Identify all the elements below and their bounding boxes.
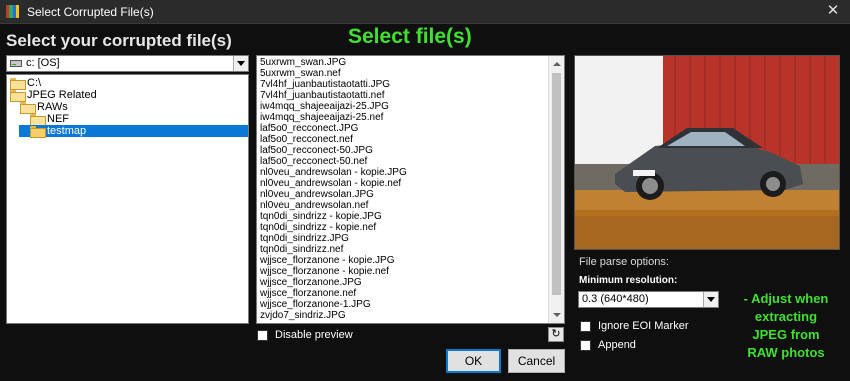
scroll-up-arrow-icon[interactable] xyxy=(549,56,564,72)
ok-button[interactable]: OK xyxy=(446,349,501,373)
preview-photo xyxy=(575,56,839,249)
disable-preview-checkbox-box[interactable] xyxy=(257,329,268,341)
image-preview xyxy=(574,55,840,250)
file-list-item[interactable]: laf5o0_recconect-50.JPG xyxy=(260,146,373,156)
file-list-item[interactable]: tqn0di_sindrizz.nef xyxy=(260,245,343,255)
file-list-item[interactable]: iw4mqq_shajeeaijazi-25.nef xyxy=(260,113,383,123)
folder-icon xyxy=(10,78,26,90)
file-list-scrollbar[interactable] xyxy=(548,56,564,323)
append-checkbox[interactable]: Append xyxy=(580,339,636,351)
disable-preview-label: Disable preview xyxy=(275,329,353,341)
chevron-down-icon[interactable] xyxy=(233,56,248,71)
file-list-item[interactable]: nl0veu_andrewsolan - kopie.nef xyxy=(260,179,401,189)
scroll-down-arrow-icon[interactable] xyxy=(549,307,564,323)
file-list-item[interactable]: 7vl4hf_juanbautistaotatti.nef xyxy=(260,91,385,101)
adjust-annotation-line: RAW photos xyxy=(747,345,825,360)
tree-item[interactable]: RAWs xyxy=(20,101,68,114)
drive-icon xyxy=(10,59,22,67)
page-title: Select your corrupted file(s) xyxy=(6,31,232,50)
select-files-annotation: Select file(s) xyxy=(348,25,472,48)
file-list-item[interactable]: zvjdo7_sindriz.JPG xyxy=(260,311,346,321)
file-list-item[interactable]: 5uxrwm_swan.nef xyxy=(260,69,341,79)
scrollbar-thumb[interactable] xyxy=(552,73,561,295)
file-list-item[interactable]: tqn0di_sindrizz.JPG xyxy=(260,234,349,244)
ignore-eoi-label: Ignore EOI Marker xyxy=(598,320,689,332)
tree-item[interactable]: C:\ xyxy=(10,77,42,90)
file-parse-options-title: File parse options: xyxy=(579,256,669,268)
refresh-button[interactable]: ↻ xyxy=(548,327,564,342)
adjust-annotation-line: - Adjust when xyxy=(743,291,829,306)
file-list-item[interactable]: tqn0di_sindrizz - kopie.nef xyxy=(260,223,376,233)
app-icon-bar-yellow xyxy=(15,5,19,18)
file-list-item[interactable]: wjjsce_florzanone.JPG xyxy=(260,278,362,288)
tree-item-label: C:\ xyxy=(27,77,42,89)
adjust-annotation-line: JPEG from xyxy=(752,327,820,342)
chevron-down-icon[interactable] xyxy=(703,292,718,307)
file-list-item[interactable]: laf5o0_recconect.JPG xyxy=(260,124,358,134)
folder-icon xyxy=(30,126,46,138)
file-list-item[interactable]: laf5o0_recconect.nef xyxy=(260,135,353,145)
dialog-body: Select your corrupted file(s) Select fil… xyxy=(0,24,850,381)
tree-item[interactable]: NEF xyxy=(30,113,69,126)
file-list-item[interactable]: wjjsce_florzanone - kopie.nef xyxy=(260,267,389,277)
title-bar: Select Corrupted File(s) ✕ xyxy=(0,0,850,24)
tree-item-label: RAWs xyxy=(37,101,68,113)
folder-tree[interactable]: C:\ JPEG Related RAWs NEF testmap xyxy=(6,74,249,324)
cancel-button[interactable]: Cancel xyxy=(508,349,565,373)
adjust-annotation: - Adjust when extracting JPEG from RAW p… xyxy=(726,290,846,362)
disable-preview-checkbox[interactable]: Disable preview xyxy=(257,329,353,341)
file-list-item[interactable]: 5uxrwm_swan.JPG xyxy=(260,58,346,68)
minimum-resolution-value: 0.3 (640*480) xyxy=(582,293,649,305)
minimum-resolution-label: Minimum resolution: xyxy=(579,275,678,286)
folder-icon xyxy=(10,90,26,102)
file-list-item[interactable]: nl0veu_andrewsolan.nef xyxy=(260,201,368,211)
app-icon xyxy=(6,5,19,18)
file-list-item[interactable]: wjjsce_florzanone.nef xyxy=(260,289,356,299)
drive-select-value: c: [OS] xyxy=(26,57,60,69)
folder-icon xyxy=(30,114,46,126)
drive-select[interactable]: c: [OS] xyxy=(6,55,249,72)
adjust-annotation-line: extracting xyxy=(754,309,818,324)
append-checkbox-box[interactable] xyxy=(580,339,591,351)
folder-icon xyxy=(20,102,36,114)
ignore-eoi-checkbox-box[interactable] xyxy=(580,320,591,332)
file-list-item[interactable]: nl0veu_andrewsolan.JPG xyxy=(260,190,374,200)
minimum-resolution-select[interactable]: 0.3 (640*480) xyxy=(578,291,719,308)
tree-item[interactable]: testmap xyxy=(19,125,248,138)
file-list-item[interactable]: tqn0di_sindrizz - kopie.JPG xyxy=(260,212,382,222)
tree-item[interactable]: JPEG Related xyxy=(10,89,97,102)
file-list-item[interactable]: 7vl4hf_juanbautistaotatti.JPG xyxy=(260,80,390,90)
window-title: Select Corrupted File(s) xyxy=(27,5,154,19)
file-list-item[interactable]: iw4mqq_shajeeaijazi-25.JPG xyxy=(260,102,389,112)
tree-item-label: JPEG Related xyxy=(27,89,97,101)
file-list[interactable]: 5uxrwm_swan.JPG 5uxrwm_swan.nef 7vl4hf_jua… xyxy=(256,55,565,324)
file-list-item[interactable]: wjjsce_florzanone - kopie.JPG xyxy=(260,256,395,266)
append-label: Append xyxy=(598,339,636,351)
ignore-eoi-checkbox[interactable]: Ignore EOI Marker xyxy=(580,320,688,332)
file-list-item[interactable]: laf5o0_recconect-50.nef xyxy=(260,157,367,167)
tree-item-label: testmap xyxy=(47,125,87,137)
close-button[interactable]: ✕ xyxy=(824,2,842,20)
file-list-item[interactable]: nl0veu_andrewsolan - kopie.JPG xyxy=(260,168,407,178)
file-list-item[interactable]: wjjsce_florzanone-1.JPG xyxy=(260,300,371,310)
tree-item-label: NEF xyxy=(47,113,69,125)
